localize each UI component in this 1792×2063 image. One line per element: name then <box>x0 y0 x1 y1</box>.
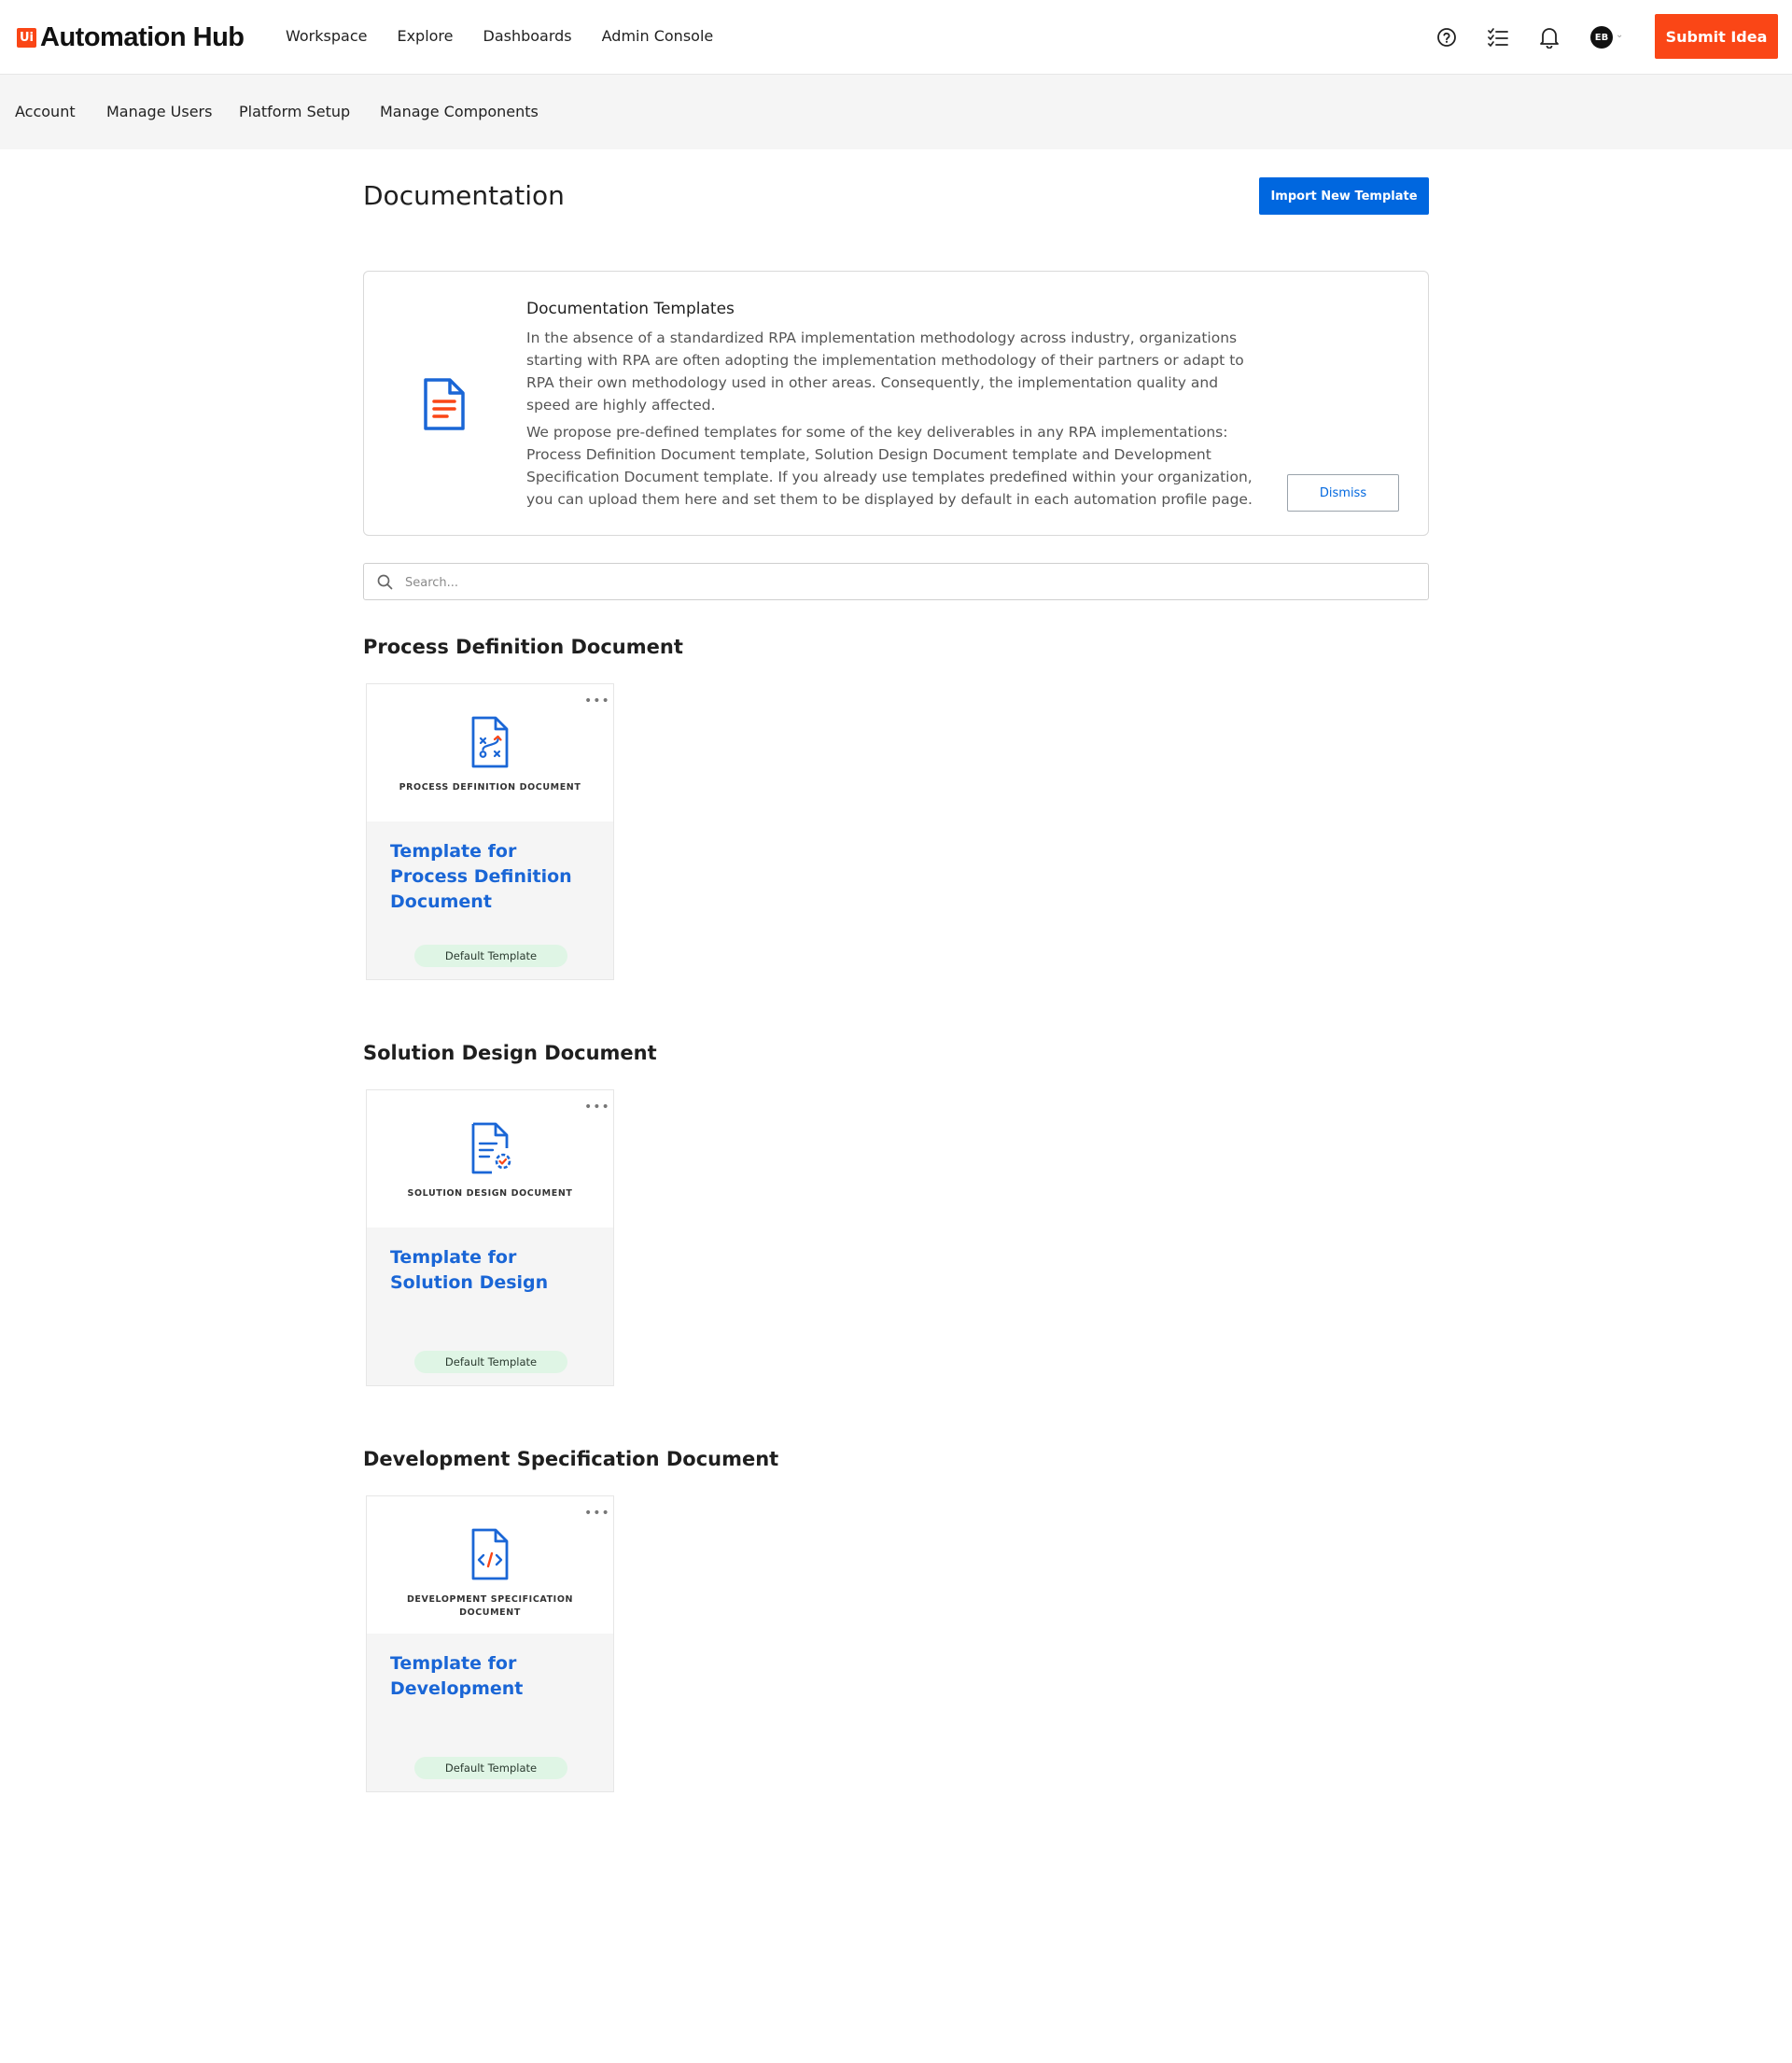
admin-sub-nav: Account Manage Users Platform Setup Mana… <box>0 75 1792 149</box>
more-options-icon[interactable]: ••• <box>584 1100 610 1115</box>
search-bar <box>363 563 1429 600</box>
section-title-solution-design: Solution Design Document <box>363 1042 657 1064</box>
card-header: ••• SOLUTION DESIGN DOCUMENT <box>367 1090 613 1228</box>
card-header: ••• PROCESS DEFINITION DOCUMENT <box>367 684 613 821</box>
card-caption: DEVELOPMENT SPECIFICATION DOCUMENT <box>406 1594 574 1618</box>
card-title[interactable]: Template for Solution Design <box>390 1245 600 1296</box>
documentation-info-panel: Documentation Templates In the absence o… <box>363 271 1429 536</box>
nav-workspace[interactable]: Workspace <box>286 27 367 45</box>
chevron-down-icon[interactable]: ⌄ <box>1616 30 1623 40</box>
subnav-manage-users[interactable]: Manage Users <box>106 103 212 120</box>
search-input[interactable] <box>405 571 1413 594</box>
subnav-manage-components[interactable]: Manage Components <box>380 103 539 120</box>
app-logo[interactable]: Ui Automation Hub <box>17 22 245 53</box>
subnav-account[interactable]: Account <box>15 103 76 120</box>
bell-icon[interactable] <box>1534 22 1564 52</box>
tasks-icon[interactable] <box>1483 22 1513 52</box>
top-bar: Ui Automation Hub Workspace Explore Dash… <box>0 0 1792 75</box>
template-card-development-specification[interactable]: ••• DEVELOPMENT SPECIFICATION DOCUMENT T… <box>366 1495 614 1792</box>
nav-explore[interactable]: Explore <box>397 27 453 45</box>
info-paragraph-2: We propose pre-defined templates for som… <box>526 424 1253 508</box>
logo-mark: Ui <box>17 28 36 48</box>
dismiss-button[interactable]: Dismiss <box>1287 474 1399 512</box>
nav-dashboards[interactable]: Dashboards <box>483 27 572 45</box>
section-title-development-specification: Development Specification Document <box>363 1448 779 1470</box>
subnav-platform-setup[interactable]: Platform Setup <box>239 103 350 120</box>
help-icon[interactable] <box>1432 22 1462 52</box>
solution-design-document-icon <box>466 1120 518 1180</box>
import-new-template-button[interactable]: Import New Template <box>1259 177 1429 215</box>
more-options-icon[interactable]: ••• <box>584 1506 610 1521</box>
card-header: ••• DEVELOPMENT SPECIFICATION DOCUMENT <box>367 1496 613 1634</box>
nav-admin-console[interactable]: Admin Console <box>602 27 714 45</box>
code-document-icon <box>466 1526 514 1586</box>
more-options-icon[interactable]: ••• <box>584 694 610 709</box>
card-caption: SOLUTION DESIGN DOCUMENT <box>407 1188 573 1199</box>
card-caption: PROCESS DEFINITION DOCUMENT <box>399 782 581 793</box>
page-title: Documentation <box>363 180 565 211</box>
default-template-badge: Default Template <box>414 1757 567 1779</box>
main-nav: Workspace Explore Dashboards Admin Conso… <box>286 27 743 45</box>
card-title[interactable]: Template for Development <box>390 1651 600 1702</box>
info-paragraph-1: In the absence of a standardized RPA imp… <box>526 330 1244 414</box>
app-title: Automation Hub <box>40 22 245 52</box>
info-title: Documentation Templates <box>526 300 735 318</box>
document-icon <box>422 376 467 436</box>
search-icon <box>377 574 393 594</box>
default-template-badge: Default Template <box>414 1351 567 1373</box>
template-card-process-definition[interactable]: ••• PROCESS DEFINITION DOCUMENT Template… <box>366 683 614 980</box>
default-template-badge: Default Template <box>414 945 567 967</box>
process-document-icon <box>466 714 514 774</box>
submit-idea-button[interactable]: Submit Idea <box>1655 14 1778 59</box>
user-avatar[interactable]: EB <box>1590 26 1613 49</box>
section-title-process-definition: Process Definition Document <box>363 636 683 658</box>
card-title[interactable]: Template for Process Definition Document <box>390 839 600 915</box>
template-card-solution-design[interactable]: ••• SOLUTION DESIGN DOCUMENT Template fo… <box>366 1089 614 1386</box>
